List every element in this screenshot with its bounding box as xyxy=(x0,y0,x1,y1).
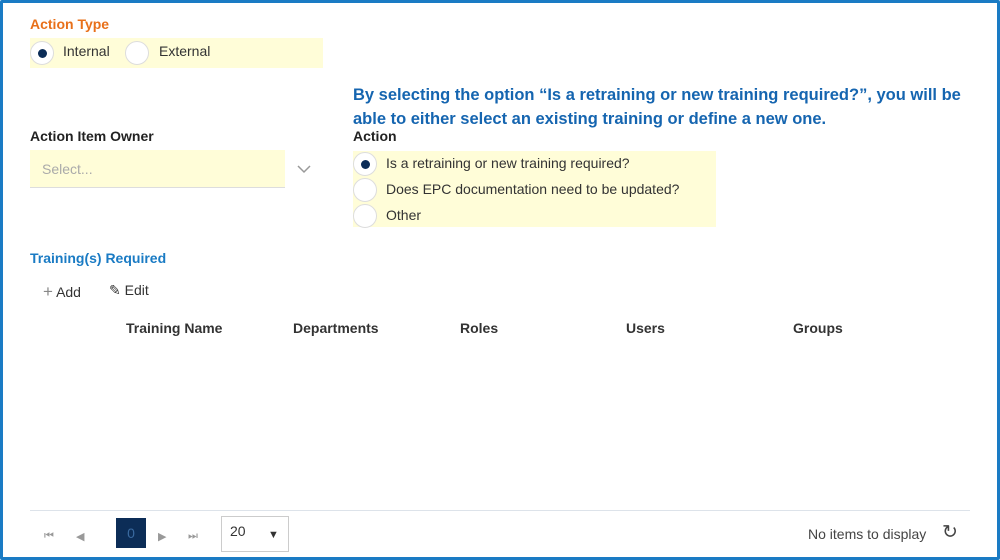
add-label: Add xyxy=(56,284,81,300)
page-button-current[interactable]: 0 xyxy=(116,518,146,548)
radio-action-other[interactable] xyxy=(353,204,377,228)
column-roles[interactable]: Roles xyxy=(460,320,498,336)
radio-action-other-label[interactable]: Other xyxy=(386,207,421,223)
action-radio-group: Is a retraining or new training required… xyxy=(353,151,716,228)
column-departments[interactable]: Departments xyxy=(293,320,379,336)
action-type-label: Action Type xyxy=(30,16,110,32)
trainings-label: Training(s) Required xyxy=(30,250,167,266)
edit-button[interactable]: ✎ Edit xyxy=(109,282,149,299)
radio-selected-icon xyxy=(353,152,377,176)
add-button[interactable]: + Add xyxy=(43,282,81,302)
prev-page-icon[interactable]: ◀ xyxy=(76,530,84,543)
edit-icon: ✎ xyxy=(109,282,121,298)
radio-empty-icon xyxy=(353,204,377,228)
radio-action-retraining-label[interactable]: Is a retraining or new training required… xyxy=(386,155,630,171)
pager-status: No items to display xyxy=(808,526,927,542)
owner-placeholder: Select... xyxy=(42,161,93,177)
radio-action-epc[interactable] xyxy=(353,178,377,202)
radio-action-epc-label[interactable]: Does EPC documentation need to be update… xyxy=(386,181,679,197)
column-training-name[interactable]: Training Name xyxy=(126,320,222,336)
edit-label: Edit xyxy=(124,282,149,298)
radio-empty-icon xyxy=(353,178,377,202)
dropdown-arrow-icon: ▼ xyxy=(268,529,279,541)
pager-divider xyxy=(30,510,970,511)
owner-label: Action Item Owner xyxy=(30,128,154,144)
column-groups[interactable]: Groups xyxy=(793,320,843,336)
next-page-icon[interactable]: ▶ xyxy=(158,530,166,543)
radio-selected-icon xyxy=(30,41,54,65)
action-type-radio-group: Internal External xyxy=(30,38,323,68)
first-page-icon[interactable]: ⏮ xyxy=(44,530,54,543)
radio-action-retraining[interactable] xyxy=(353,152,377,176)
info-text: By selecting the option “Is a retraining… xyxy=(353,86,961,128)
last-page-icon[interactable]: ⏭ xyxy=(188,530,198,543)
page-size-select[interactable]: 20 ▼ xyxy=(221,516,289,552)
owner-select[interactable]: Select... xyxy=(30,150,285,188)
plus-icon: + xyxy=(43,282,53,301)
radio-empty-icon xyxy=(125,41,149,65)
page-size-value: 20 xyxy=(230,523,246,539)
radio-internal[interactable] xyxy=(30,41,54,65)
column-users[interactable]: Users xyxy=(626,320,665,336)
radio-external[interactable] xyxy=(125,41,149,65)
radio-internal-label[interactable]: Internal xyxy=(63,43,110,59)
action-label: Action xyxy=(353,128,397,144)
chevron-down-icon[interactable] xyxy=(297,164,311,174)
refresh-icon[interactable]: ↻ xyxy=(942,521,958,544)
radio-external-label[interactable]: External xyxy=(159,43,210,59)
form-panel: Action Type Internal External By selecti… xyxy=(0,0,1000,560)
